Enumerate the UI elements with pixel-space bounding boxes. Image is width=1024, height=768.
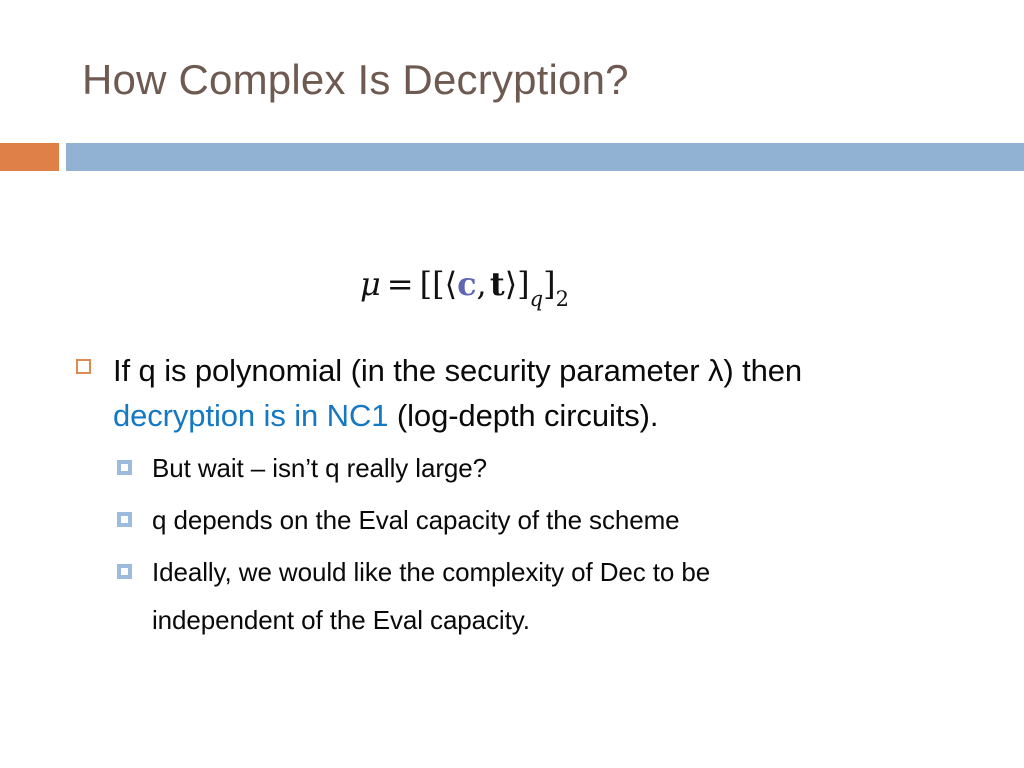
sub-bullet-3: Ideally, we would like the complexity of… <box>0 548 1024 644</box>
sub-bullet-3-text: Ideally, we would like the complexity of… <box>152 557 711 587</box>
formula-angle-close: ⟩ <box>504 265 518 303</box>
title-accent-bar <box>0 143 59 171</box>
body-content: If q is polynomial (in the security para… <box>0 348 1024 648</box>
bullet-level1-line1: If q is polynomial (in the security para… <box>113 353 803 388</box>
square-filled-bullet-icon <box>117 512 132 527</box>
sub-bullet-2: q depends on the Eval capacity of the sc… <box>0 496 1024 544</box>
formula-vector-c: c <box>457 265 477 303</box>
formula-equals: = <box>386 265 414 303</box>
formula-close-inner: ] <box>517 265 530 303</box>
formula-mu: μ <box>360 265 381 303</box>
formula-subscript-q: q <box>529 287 544 312</box>
formula-angle-open: ⟨ <box>444 265 458 303</box>
formula-close-outer: ] <box>543 265 556 303</box>
square-filled-bullet-icon <box>117 564 132 579</box>
sub-bullet-1: But wait – isn’t q really large? <box>0 444 1024 492</box>
sub-bullet-3-text-continued: independent of the Eval capacity. <box>152 605 530 635</box>
sub-bullet-1-text: But wait – isn’t q really large? <box>152 453 487 483</box>
bullet-level1: If q is polynomial (in the security para… <box>0 348 1024 438</box>
decryption-formula: μ = [[⟨c, t⟩]q]2 <box>360 262 569 317</box>
title-divider-bar <box>66 143 1024 171</box>
square-outline-bullet-icon <box>76 359 91 374</box>
bullet-level1-highlight: decryption is in NC1 <box>113 398 389 433</box>
sub-bullet-2-text: q depends on the Eval capacity of the sc… <box>152 505 680 535</box>
page-title: How Complex Is Decryption? <box>82 56 629 103</box>
formula-vector-t: t <box>489 265 505 303</box>
square-filled-bullet-icon <box>117 460 132 475</box>
formula-open-inner: [ <box>432 265 445 303</box>
bullet-level1-line2-tail: (log-depth circuits). <box>388 398 659 433</box>
slide: How Complex Is Decryption? μ = [[⟨c, t⟩]q]… <box>0 0 1024 768</box>
formula-comma: , <box>476 265 487 303</box>
formula-subscript-2: 2 <box>555 287 569 312</box>
formula-open-outer: [ <box>419 265 433 303</box>
